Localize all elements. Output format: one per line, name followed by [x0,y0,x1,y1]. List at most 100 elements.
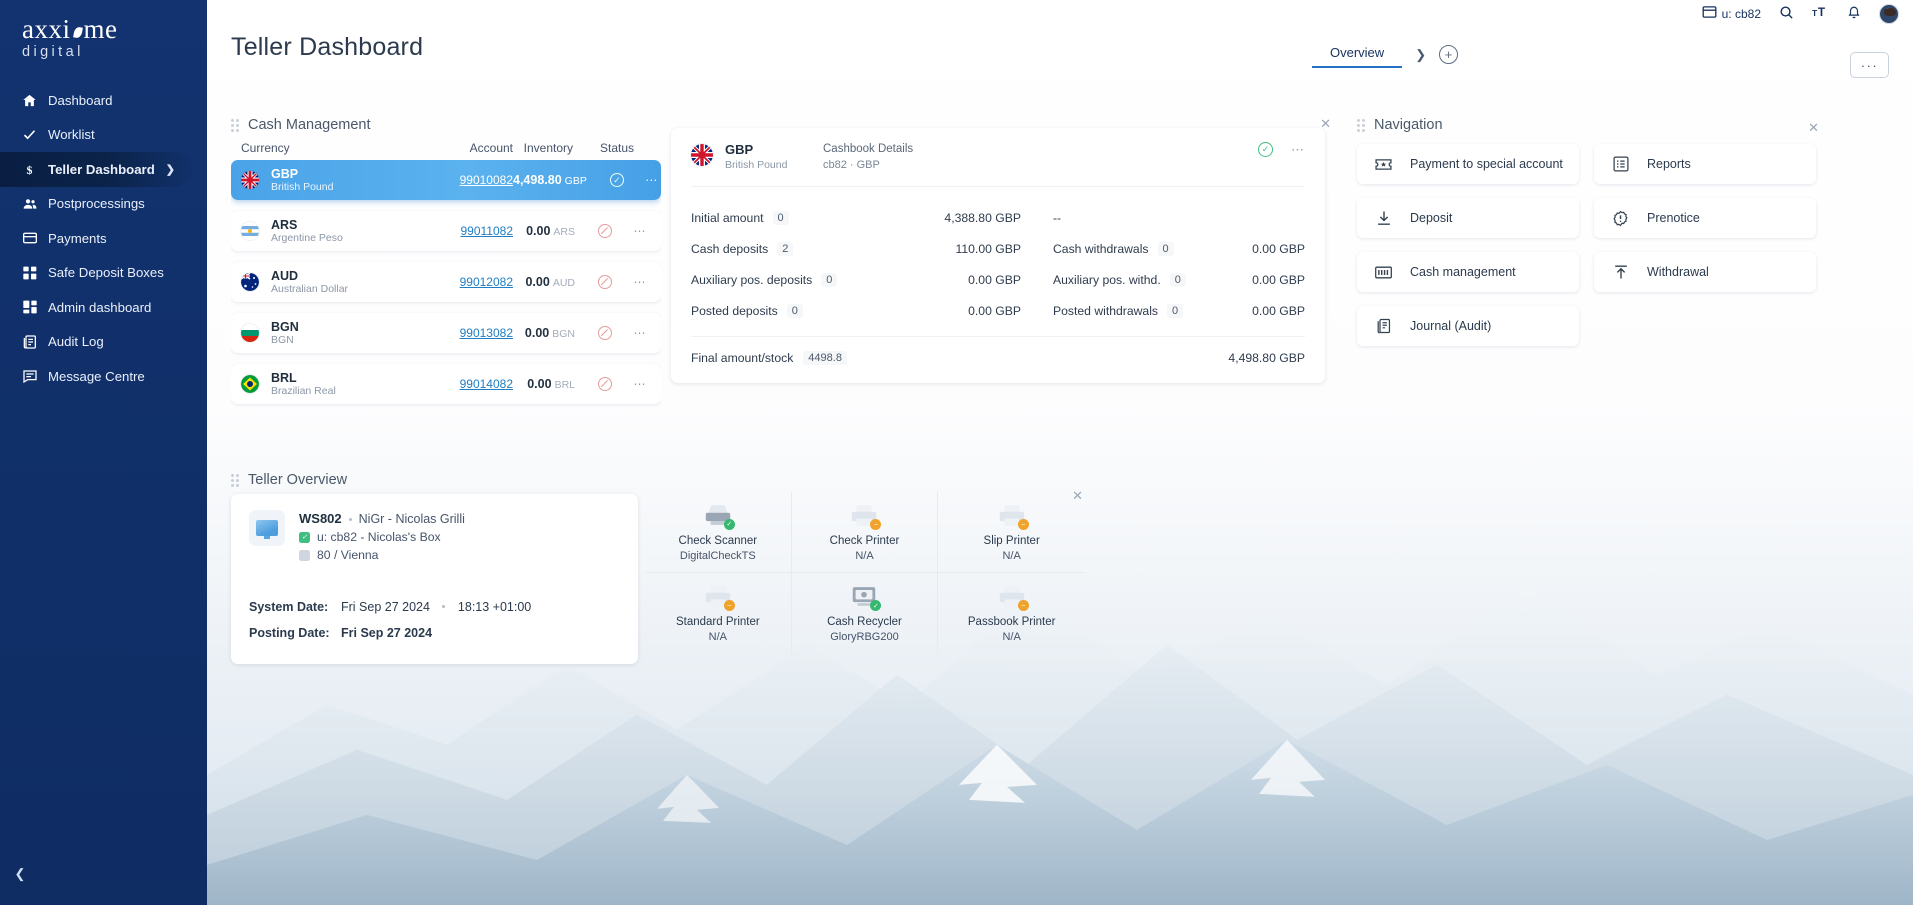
device-slip-printer[interactable]: – Slip Printer N/A [938,492,1085,573]
cash-management-title: Cash Management [248,117,371,133]
cashbook-count: 0 [1157,242,1174,257]
nav-button-prenotice[interactable]: Prenotice [1594,198,1816,238]
row-actions-button[interactable]: ⋯ [625,224,655,238]
cashbook-count: 0 [1169,273,1186,288]
device-standard-printer[interactable]: – Standard Printer N/A [645,573,792,654]
nav-button-reports[interactable]: Reports [1594,144,1816,184]
device-passbook-printer[interactable]: – Passbook Printer N/A [938,573,1085,654]
sidebar-item-dashboard[interactable]: Dashboard [0,83,207,118]
table-row[interactable]: BRL Brazilian Real 99014082 0.00 BRL ⋯ [231,364,661,404]
status-cell: ✓ [597,173,637,187]
nav-button-journal-audit[interactable]: Journal (Audit) [1357,306,1579,346]
posting-date-value: Fri Sep 27 2024 [341,626,432,640]
close-icon[interactable]: ✕ [1808,120,1819,136]
cashbook-card: GBP British Pound Cashbook Details cb82 … [671,128,1325,383]
sidebar-item-label: Worklist [48,127,95,143]
cashbook-line-left: Posted deposits 0 [691,304,891,319]
separator-dot [442,605,446,609]
account-link[interactable]: 99013082 [421,326,513,340]
nav-button-cash-management[interactable]: Cash management [1357,252,1579,292]
panel-title-row: Cash Management [231,117,371,133]
nav-button-label: Prenotice [1647,211,1700,225]
device-status: DigitalCheckTS [679,549,756,562]
devices-grid: ✓ Check Scanner DigitalCheckTS – Check P… [645,492,1085,654]
table-row[interactable]: BGN BGN 99013082 0.00 BGN ⋯ [231,313,661,353]
device-cash-recycler[interactable]: ✓ Cash Recycler GloryRBG200 [792,573,939,654]
status-blocked-icon [598,326,612,340]
sidebar-item-postprocessings[interactable]: Postprocessings [0,187,207,222]
account-link[interactable]: 99014082 [421,377,513,391]
device-name: Cash Recycler [827,616,902,628]
search-button[interactable] [1779,5,1794,23]
status-cell [585,275,625,289]
nav-button-payment-to-special-account[interactable]: Payment to special account [1357,144,1579,184]
flag-au-icon [241,273,259,291]
row-actions-button[interactable]: ⋯ [625,275,655,289]
cashbook-label: Cash deposits [691,242,769,257]
nav-button-deposit[interactable]: Deposit [1357,198,1579,238]
cashbook-line-right: Auxiliary pos. withd. 0 [1021,273,1211,288]
printer-icon: – [703,584,735,611]
sidebar-item-audit-log[interactable]: Audit Log [0,325,207,360]
status-active-icon: ✓ [609,173,624,187]
cashbook-final-label: Final amount/stock [691,350,794,365]
cashbook-currency-name: British Pound [725,158,788,171]
cashbook-line-right: Posted withdrawals 0 [1021,304,1211,319]
brand-name-part2: me [83,14,118,44]
status-cell [585,224,625,238]
currency-list[interactable]: GBP British Pound 99010082 4,498.80 GBP ✓… [231,160,661,413]
system-time: 18:13 +01:00 [457,600,532,615]
chevron-right-icon[interactable]: ❯ [1415,47,1426,63]
row-actions-button[interactable]: ⋯ [637,173,661,187]
account-link[interactable]: 99011082 [421,224,514,238]
table-row[interactable]: ARS Argentine Peso 99011082 0.00 ARS ⋯ [231,211,661,251]
cashbook-meta-sub: cb82 · GBP [823,158,880,171]
sidebar-item-teller-dashboard[interactable]: $ Teller Dashboard ❯ [0,152,193,187]
drag-handle-icon[interactable] [231,473,239,487]
inventory-amount: 0.00 [526,224,551,238]
flag-gb-icon [241,171,259,189]
sidebar-item-admin-dashboard[interactable]: Admin dashboard [0,290,207,325]
nav-button-withdrawal[interactable]: Withdrawal [1594,252,1816,292]
cashbook-label: -- [1053,211,1062,226]
avatar[interactable] [1879,3,1899,24]
table-row[interactable]: AUD Australian Dollar 99012082 0.00 AUD ⋯ [231,262,661,302]
notifications-button[interactable] [1847,5,1861,23]
page-more-menu-button[interactable]: ··· [1850,52,1889,78]
nav-button-label: Payment to special account [1410,157,1563,171]
close-icon[interactable]: ✕ [1320,116,1331,132]
topbar-user-chip[interactable]: u: cb82 [1702,6,1761,21]
brand-logo[interactable]: axxi me digital [0,0,207,61]
account-link[interactable]: 99012082 [421,275,513,289]
cashbook-value: 110.00 GBP [955,242,1022,257]
account-link[interactable]: 99010082 [421,173,513,187]
sidebar-item-payments[interactable]: Payments [0,221,207,256]
tab-overview[interactable]: Overview [1312,41,1403,68]
sidebar-item-label: Admin dashboard [48,299,152,315]
box-line: ✓ u: cb82 - Nicolas's Box [299,529,465,547]
system-date-value: Fri Sep 27 2024 18:13 +01:00 [341,600,531,614]
sidebar-collapse-button[interactable]: ❮ [0,857,40,891]
device-check-printer[interactable]: – Check Printer N/A [791,492,939,573]
table-row[interactable]: GBP British Pound 99010082 4,498.80 GBP ✓… [231,160,661,200]
device-check-scanner[interactable]: ✓ Check Scanner DigitalCheckTS [645,492,792,573]
cashbook-actions-button[interactable]: ⋯ [1273,142,1305,158]
sidebar-item-message-centre[interactable]: Message Centre [0,359,207,394]
inventory-unit: AUD [552,277,575,289]
currency-cell: ARS Argentine Peso [259,218,421,245]
device-name: Check Printer [829,534,900,547]
drag-handle-icon[interactable] [231,118,239,132]
recycler-icon: ✓ [849,584,882,611]
drag-handle-icon[interactable] [1357,118,1365,132]
brand-subtitle: digital [22,44,84,60]
download-arrow-icon [1375,210,1392,227]
row-actions-button[interactable]: ⋯ [625,377,655,391]
inventory-cell: 4,498.80 GBP [513,173,597,187]
plus-circle-icon[interactable]: + [1439,45,1459,64]
row-actions-button[interactable]: ⋯ [625,326,655,340]
sidebar-item-label: Message Centre [48,368,145,384]
device-status: N/A [1002,549,1021,562]
text-size-button[interactable]: TT [1812,5,1829,22]
sidebar-item-worklist[interactable]: Worklist [0,118,207,153]
sidebar-item-safe-deposit-boxes[interactable]: Safe Deposit Boxes [0,256,207,291]
